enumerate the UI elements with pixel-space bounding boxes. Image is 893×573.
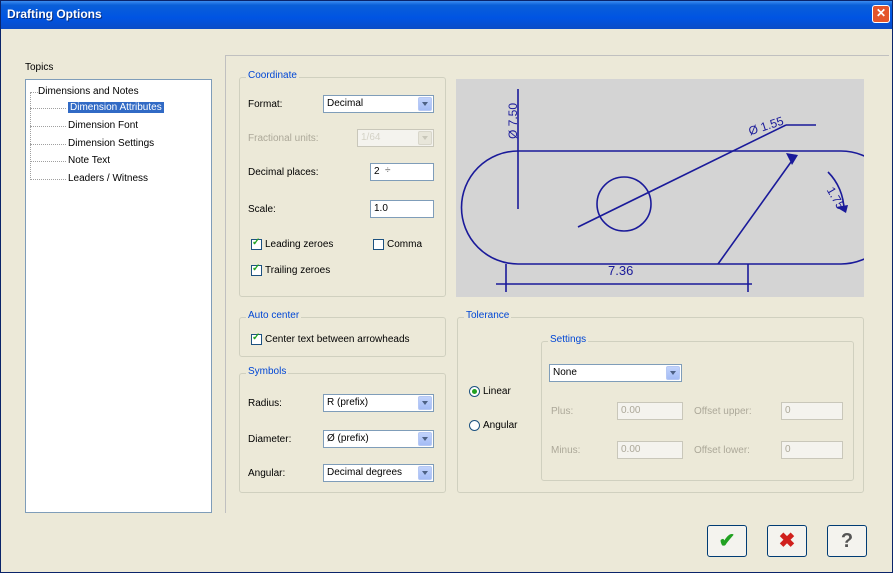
comma-checkbox[interactable]: Comma — [373, 239, 422, 250]
topics-label: Topics — [25, 62, 54, 73]
tolerance-title: Tolerance — [464, 310, 512, 321]
tree-item-dimension-font[interactable]: Dimension Font — [68, 120, 138, 131]
checkmark-icon: ✔ — [718, 530, 736, 552]
spinner-icon[interactable]: ÷ — [385, 165, 391, 176]
trailing-zeroes-checkbox[interactable]: Trailing zeroes — [251, 263, 331, 277]
checkbox-box[interactable] — [373, 239, 384, 250]
chevron-down-icon[interactable] — [418, 466, 432, 480]
radio-dot[interactable] — [469, 420, 480, 431]
close-icon[interactable]: ✕ — [872, 5, 890, 23]
tree-connector — [30, 126, 66, 127]
center-text-label: Center text between arrowheads — [265, 334, 410, 346]
plus-input[interactable]: 0.00 — [617, 402, 683, 420]
tree-connector — [30, 92, 31, 180]
cancel-button[interactable]: ✖ — [767, 525, 807, 557]
coordinate-title: Coordinate — [246, 70, 299, 81]
tree-connector — [30, 108, 66, 109]
angular-symbol-select[interactable]: Decimal degrees — [323, 464, 434, 482]
radius-label: Radius: — [248, 398, 282, 409]
window-title: Drafting Options — [7, 7, 102, 21]
radius-value: R (prefix) — [327, 397, 369, 408]
tolerance-type-select[interactable]: None — [549, 364, 682, 382]
radius-leader — [717, 154, 797, 265]
decimal-places-label: Decimal places: — [248, 167, 319, 178]
chevron-down-icon[interactable] — [418, 131, 432, 145]
title-bar[interactable]: Drafting Options ✕ — [1, 1, 892, 29]
trailing-zeroes-label: Trailing zeroes — [265, 265, 331, 277]
topics-tree[interactable]: Dimensions and Notes Dimension Attribute… — [25, 79, 212, 513]
plus-extra-label: Offset upper: — [694, 406, 752, 417]
dimension-preview: Ø 7.50 Ø 1.55 7.36 1.75 — [456, 79, 892, 297]
plus-extra-value: 0 — [785, 405, 791, 416]
format-value: Decimal — [327, 98, 364, 109]
tree-item-note-text[interactable]: Note Text — [68, 155, 110, 166]
chevron-down-icon[interactable] — [418, 97, 432, 111]
tree-connector — [30, 179, 66, 180]
plus-value: 0.00 — [621, 405, 641, 416]
ok-button[interactable]: ✔ — [707, 525, 747, 557]
tree-item-dimension-settings[interactable]: Dimension Settings — [68, 138, 154, 149]
plus-label: Plus: — [551, 406, 574, 417]
symbols-title: Symbols — [246, 366, 289, 377]
diameter-value: Ø (prefix) — [327, 433, 369, 444]
tolerance-type-value: None — [553, 367, 577, 378]
tree-connector — [30, 161, 66, 162]
scale-value: 1.0 — [374, 203, 388, 214]
center-text-checkbox[interactable]: Center text between arrowheads — [251, 332, 410, 346]
minus-label: Minus: — [551, 445, 581, 456]
chevron-down-icon[interactable] — [666, 366, 680, 380]
scale-input[interactable]: 1.0 — [370, 200, 434, 218]
leading-zeroes-label: Leading zeroes — [265, 239, 334, 251]
vertical-dimension-text: Ø 7.50 — [506, 102, 520, 139]
checkbox-box[interactable] — [251, 332, 262, 345]
tree-connector — [30, 144, 66, 145]
settings-title: Settings — [548, 334, 589, 345]
chevron-down-icon[interactable] — [418, 396, 432, 410]
angular-tolerance-label: Angular — [483, 420, 518, 432]
linear-label: Linear — [483, 386, 511, 398]
angular-symbol-value: Decimal degrees — [327, 467, 403, 478]
plus-extra-input[interactable]: 0 — [781, 402, 843, 420]
checkbox-box[interactable] — [251, 237, 262, 250]
format-label: Format: — [248, 99, 283, 110]
minus-extra-label: Offset lower: — [694, 445, 750, 456]
tree-connector — [30, 92, 38, 93]
minus-extra-value: 0 — [785, 444, 791, 455]
help-button[interactable]: ? — [827, 525, 867, 557]
angular-radio[interactable]: Angular — [469, 420, 517, 431]
angular-symbol-label: Angular: — [248, 468, 286, 479]
fractional-units-value: 1/64 — [361, 132, 381, 143]
minus-input[interactable]: 0.00 — [617, 441, 683, 459]
format-select[interactable]: Decimal — [323, 95, 434, 113]
decimal-places-value: 2 — [374, 166, 380, 177]
tree-item-dimension-attributes[interactable]: Dimension Attributes — [68, 102, 164, 113]
decimal-places-spinner[interactable]: 2 ÷ — [370, 163, 434, 181]
horizontal-dimension-text: 7.36 — [608, 263, 634, 278]
comma-label: Comma — [387, 239, 423, 251]
tree-item-leaders-witness[interactable]: Leaders / Witness — [68, 173, 148, 184]
tree-item-dimensions-and-notes[interactable]: Dimensions and Notes — [38, 86, 139, 97]
checkbox-box[interactable] — [251, 263, 262, 276]
fractional-units-label: Fractional units: — [248, 133, 319, 144]
minus-value: 0.00 — [621, 444, 641, 455]
minus-extra-input[interactable]: 0 — [781, 441, 843, 459]
chevron-down-icon[interactable] — [418, 432, 432, 446]
auto-center-title: Auto center — [246, 310, 302, 321]
radius-select[interactable]: R (prefix) — [323, 394, 434, 412]
slot-outline — [460, 150, 892, 265]
drafting-options-window: Drafting Options ✕ Topics Dimensions and… — [0, 0, 893, 573]
scale-label: Scale: — [248, 204, 276, 215]
fractional-units-select[interactable]: 1/64 — [357, 129, 434, 147]
cancel-x-icon: ✖ — [778, 530, 796, 552]
help-icon: ? — [840, 530, 854, 552]
diameter-label: Diameter: — [248, 434, 292, 445]
leading-zeroes-checkbox[interactable]: Leading zeroes — [251, 237, 334, 251]
linear-radio[interactable]: Linear — [469, 386, 511, 397]
radio-dot[interactable] — [469, 386, 480, 397]
diameter-select[interactable]: Ø (prefix) — [323, 430, 434, 448]
